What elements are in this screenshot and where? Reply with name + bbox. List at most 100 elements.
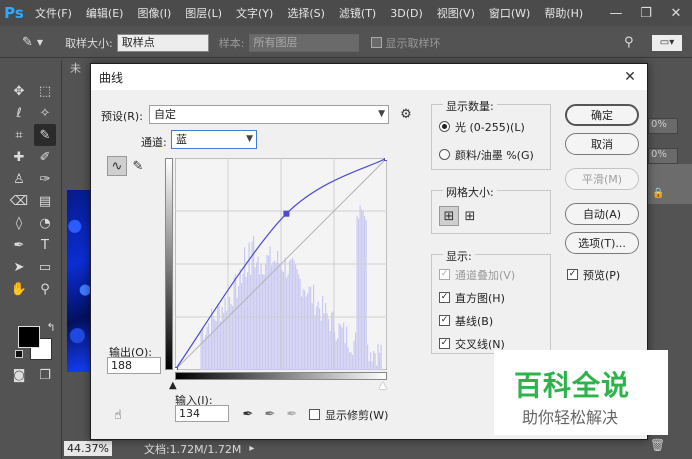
preview-checkbox[interactable]: ✓ (567, 269, 578, 280)
shape-tool-icon[interactable]: ▭ (34, 256, 56, 278)
pigment-radio[interactable] (439, 149, 450, 160)
delete-layer-icon[interactable]: 🗑 (650, 438, 665, 452)
histogram-bar (251, 241, 253, 370)
blur-tool-icon[interactable]: ◊ (8, 212, 30, 234)
output-field[interactable]: 188 (107, 357, 161, 374)
menu-help[interactable]: 帮助(H) (537, 5, 590, 21)
restore-button[interactable]: ❐ (632, 0, 660, 26)
close-app-button[interactable]: ✕ (662, 0, 690, 26)
histogram-bar (263, 274, 265, 370)
default-colors-icon[interactable] (15, 350, 23, 358)
sample-select[interactable]: 所有图层 (248, 33, 359, 52)
menu-filter[interactable]: 滤镜(T) (332, 5, 383, 21)
smooth-button[interactable]: 平滑(M) (565, 168, 639, 190)
fill-field[interactable]: 0% (648, 148, 678, 164)
type-tool-icon[interactable]: T (34, 234, 56, 256)
simple-grid-icon[interactable]: ⊞ (439, 206, 459, 226)
menu-3d[interactable]: 3D(D) (383, 7, 430, 20)
histogram-bar (206, 326, 208, 370)
histogram-bar (239, 268, 241, 370)
screen-mode-icon[interactable]: ❐ (34, 364, 56, 386)
doc-info[interactable]: 文档:1.72M/1.72M (144, 441, 241, 457)
chevron-right-icon[interactable]: ▸ (249, 443, 254, 454)
eraser-tool-icon[interactable]: ⌫ (8, 190, 30, 212)
input-field[interactable]: 134 (175, 405, 229, 422)
menu-image[interactable]: 图像(I) (130, 5, 178, 21)
dodge-tool-icon[interactable]: ◔ (34, 212, 56, 234)
light-radio[interactable] (439, 121, 450, 132)
options-button[interactable]: 选项(T)... (565, 232, 639, 254)
show-ring-checkbox[interactable] (370, 37, 382, 48)
black-eyedropper-icon[interactable]: ✒ (239, 405, 257, 423)
menu-window[interactable]: 窗口(W) (482, 5, 537, 21)
chevron-down-icon[interactable]: ▼ (37, 38, 43, 47)
quick-mask-icon[interactable]: ◙ (8, 364, 30, 386)
histogram-bar (365, 219, 367, 370)
workspace-switcher[interactable]: ▭▾ (652, 34, 682, 51)
path-select-icon[interactable]: ➤ (8, 256, 30, 278)
curve-control-point[interactable] (175, 367, 178, 371)
zoom-tool-icon[interactable]: ⚲ (34, 278, 56, 300)
histogram-bar (310, 287, 312, 370)
menu-select[interactable]: 选择(S) (280, 5, 332, 21)
search-icon[interactable]: ⚲ (624, 35, 634, 50)
swap-colors-icon[interactable]: ↰ (40, 316, 62, 338)
channel-overlay-checkbox[interactable]: ✓ (439, 269, 450, 280)
detailed-grid-icon[interactable]: ⊞ (461, 207, 479, 225)
target-adjust-hand-icon[interactable]: ☝ (109, 406, 127, 424)
ok-button[interactable]: 确定 (565, 104, 639, 126)
histogram-bar (256, 262, 258, 370)
histogram-bar (331, 312, 333, 370)
lasso-tool-icon[interactable]: ℓ (8, 102, 30, 124)
white-point-slider-icon[interactable]: ▲ (379, 380, 387, 391)
channel-overlay-label: 通道叠加(V) (455, 269, 516, 282)
baseline-checkbox[interactable]: ✓ (439, 315, 450, 326)
light-radio-label: 光 (0-255)(L) (455, 121, 525, 134)
menu-type[interactable]: 文字(Y) (229, 5, 280, 21)
crop-tool-icon[interactable]: ⌗ (8, 124, 30, 146)
histogram-bar (247, 272, 249, 370)
foreground-color-swatch[interactable] (18, 326, 40, 348)
menu-edit[interactable]: 编辑(E) (79, 5, 131, 21)
histogram-bar (277, 251, 279, 370)
menu-file[interactable]: 文件(F) (28, 5, 79, 21)
edit-points-curve-icon[interactable]: ∿ (107, 156, 127, 176)
black-point-slider-icon[interactable]: ▲ (169, 380, 177, 391)
eyedropper-tool-icon[interactable]: ✎ (34, 124, 56, 146)
zoom-level[interactable]: 44.37% (64, 441, 112, 456)
curves-graph[interactable] (175, 158, 387, 370)
show-clipping-checkbox[interactable] (309, 409, 320, 420)
hand-tool-icon[interactable]: ✋ (8, 278, 30, 300)
curve-control-point[interactable] (384, 158, 388, 161)
curve-control-point[interactable] (283, 210, 290, 217)
stamp-tool-icon[interactable]: ♙ (8, 168, 30, 190)
gray-eyedropper-icon[interactable]: ✒ (261, 405, 279, 423)
marquee-tool-icon[interactable]: ⬚ (34, 80, 56, 102)
gradient-tool-icon[interactable]: ▤ (34, 190, 56, 212)
healing-brush-icon[interactable]: ✚ (8, 146, 30, 168)
intersection-checkbox[interactable]: ✓ (439, 338, 450, 349)
cancel-button[interactable]: 取消 (565, 133, 639, 155)
white-eyedropper-icon[interactable]: ✒ (283, 405, 301, 423)
histogram-checkbox[interactable]: ✓ (439, 292, 450, 303)
minimize-button[interactable]: — (602, 0, 630, 26)
move-tool-icon[interactable]: ✥ (8, 80, 30, 102)
sample-size-select[interactable]: 取样点 (116, 33, 209, 52)
histogram-bar (259, 274, 261, 370)
menu-view[interactable]: 视图(V) (430, 5, 482, 21)
history-brush-icon[interactable]: ✑ (34, 168, 56, 190)
histogram-bar (316, 306, 318, 370)
eyedropper-tool-icon[interactable]: ✎ (22, 35, 33, 50)
menu-layer[interactable]: 图层(L) (178, 5, 229, 21)
opacity-field[interactable]: 0% (648, 118, 678, 134)
brush-tool-icon[interactable]: ✐ (34, 146, 56, 168)
channel-select[interactable]: 蓝 ▼ (171, 130, 257, 149)
preset-select[interactable]: 自定 ▼ (149, 105, 389, 124)
pen-tool-icon[interactable]: ✒ (8, 234, 30, 256)
dialog-close-icon[interactable]: ✕ (619, 66, 641, 88)
draw-pencil-icon[interactable]: ✎ (129, 157, 147, 175)
preset-options-gear-icon[interactable]: ⚙ (397, 105, 415, 123)
histogram-bar (376, 365, 378, 370)
auto-button[interactable]: 自动(A) (565, 203, 639, 225)
magic-wand-tool-icon[interactable]: ✧ (34, 102, 56, 124)
